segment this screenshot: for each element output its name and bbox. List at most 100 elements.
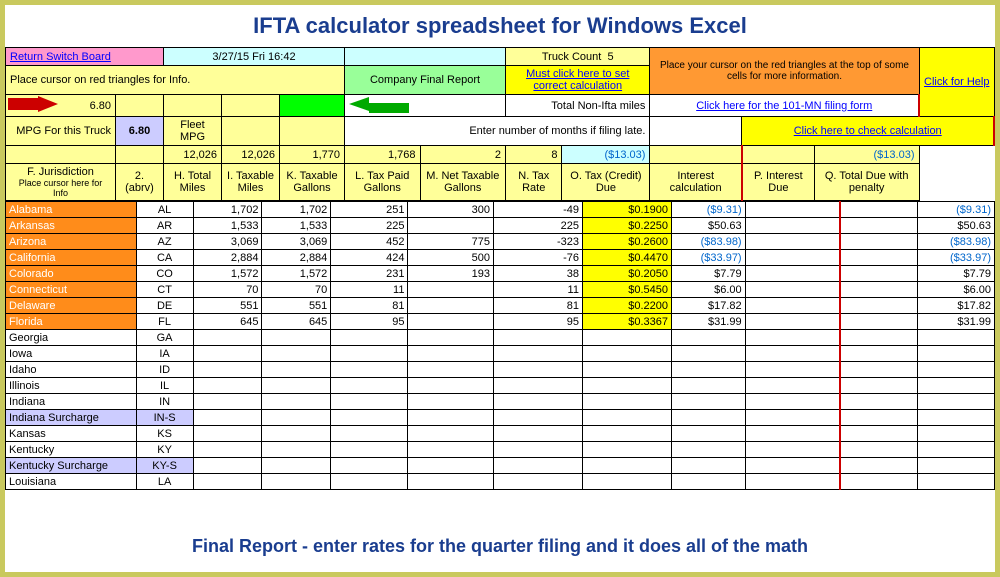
- taxable-miles: [262, 426, 331, 442]
- interest-calc: [745, 266, 840, 282]
- net-taxable-gallons: [493, 442, 582, 458]
- taxable-miles: 70: [262, 282, 331, 298]
- jurisdiction-name: Delaware: [6, 298, 137, 314]
- interest-due: [840, 346, 917, 362]
- tax-rate[interactable]: [582, 394, 671, 410]
- months-input[interactable]: [650, 117, 742, 146]
- tax-credit-due: [672, 410, 746, 426]
- tax-rate[interactable]: [582, 330, 671, 346]
- datetime-cell: 3/27/15 Fri 16:42: [164, 48, 345, 66]
- mpg-label: MPG For this Truck: [6, 117, 116, 146]
- mpg-arrow-cell: 6.80: [6, 95, 116, 117]
- total-miles: 551: [193, 298, 262, 314]
- empty: [742, 146, 814, 164]
- jurisdiction-name: Florida: [6, 314, 137, 330]
- tax-paid-gallons: [408, 410, 493, 426]
- total-due-penalty: $6.00: [917, 282, 994, 298]
- jurisdiction-abbrev: CA: [136, 250, 193, 266]
- tax-rate[interactable]: $0.2200: [582, 298, 671, 314]
- jurisdiction-name: Kansas: [6, 426, 137, 442]
- tax-rate[interactable]: [582, 458, 671, 474]
- click-help-link[interactable]: Click for Help: [919, 48, 994, 117]
- net-taxable-gallons: [493, 458, 582, 474]
- total-miles: [193, 458, 262, 474]
- interest-calc: [745, 282, 840, 298]
- taxable-gallons: [331, 362, 408, 378]
- green-cell[interactable]: [280, 95, 345, 117]
- empty-cell: [345, 48, 506, 66]
- jurisdiction-abbrev: FL: [136, 314, 193, 330]
- total-miles: [193, 346, 262, 362]
- interest-due: [840, 458, 917, 474]
- tax-rate[interactable]: [582, 378, 671, 394]
- taxable-gallons: [331, 410, 408, 426]
- tax-rate[interactable]: $0.2250: [582, 218, 671, 234]
- total-i: 12,026: [222, 146, 280, 164]
- jurisdiction-name: Indiana Surcharge: [6, 410, 137, 426]
- company-final-report[interactable]: Company Final Report: [345, 66, 506, 95]
- tax-paid-gallons: [408, 474, 493, 490]
- tax-credit-due: [672, 346, 746, 362]
- total-q: ($13.03): [814, 146, 919, 164]
- jurisdiction-abbrev: KY: [136, 442, 193, 458]
- total-due-penalty: [917, 458, 994, 474]
- tax-rate[interactable]: [582, 346, 671, 362]
- jurisdiction-abbrev: KS: [136, 426, 193, 442]
- jurisdiction-name: Kentucky Surcharge: [6, 458, 137, 474]
- col-m: M. Net Taxable Gallons: [420, 164, 506, 201]
- taxable-gallons: 81: [331, 298, 408, 314]
- tax-paid-gallons: [408, 458, 493, 474]
- tax-rate[interactable]: $0.3367: [582, 314, 671, 330]
- tax-rate[interactable]: $0.1900: [582, 202, 671, 218]
- tax-rate[interactable]: [582, 426, 671, 442]
- tax-paid-gallons: 500: [408, 250, 493, 266]
- taxable-gallons: 251: [331, 202, 408, 218]
- net-taxable-gallons: -76: [493, 250, 582, 266]
- jurisdiction-abbrev: IA: [136, 346, 193, 362]
- tax-rate[interactable]: [582, 474, 671, 490]
- total-due-penalty: [917, 346, 994, 362]
- tax-rate[interactable]: $0.2050: [582, 266, 671, 282]
- jurisdiction-name: Illinois: [6, 378, 137, 394]
- tax-rate[interactable]: [582, 442, 671, 458]
- jurisdiction-abbrev: AL: [136, 202, 193, 218]
- interest-due: [840, 426, 917, 442]
- taxable-miles: 1,572: [262, 266, 331, 282]
- total-due-penalty: ($33.97): [917, 250, 994, 266]
- total-due-penalty: [917, 426, 994, 442]
- interest-due: [840, 282, 917, 298]
- click-101mn-link[interactable]: Click here for the 101-MN filing form: [650, 95, 919, 117]
- total-due-penalty: $50.63: [917, 218, 994, 234]
- tax-credit-due: [672, 394, 746, 410]
- total-miles: [193, 330, 262, 346]
- enter-months-label: Enter number of months if filing late.: [345, 117, 650, 146]
- net-taxable-gallons: [493, 426, 582, 442]
- return-switch-board-link[interactable]: Return Switch Board: [6, 48, 164, 66]
- interest-calc: [745, 234, 840, 250]
- tax-rate[interactable]: $0.5450: [582, 282, 671, 298]
- interest-due: [840, 442, 917, 458]
- interest-calc: [745, 330, 840, 346]
- interest-calc: [745, 474, 840, 490]
- tax-credit-due: $31.99: [672, 314, 746, 330]
- total-miles: [193, 378, 262, 394]
- col-n: N. Tax Rate: [506, 164, 562, 201]
- interest-calc: [745, 378, 840, 394]
- must-click-link[interactable]: Must click here to set correct calculati…: [506, 66, 650, 95]
- jurisdiction-name: Georgia: [6, 330, 137, 346]
- total-due-penalty: [917, 442, 994, 458]
- jurisdiction-abbrev: KY-S: [136, 458, 193, 474]
- interest-due: [840, 266, 917, 282]
- interest-calc: [745, 346, 840, 362]
- check-calc-link[interactable]: Click here to check calculation: [742, 117, 994, 146]
- interest-due: [840, 474, 917, 490]
- tax-paid-gallons: 775: [408, 234, 493, 250]
- tax-rate[interactable]: $0.2600: [582, 234, 671, 250]
- tax-rate[interactable]: $0.4470: [582, 250, 671, 266]
- jurisdiction-abbrev: GA: [136, 330, 193, 346]
- interest-calc: [745, 202, 840, 218]
- tax-rate[interactable]: [582, 410, 671, 426]
- tax-rate[interactable]: [582, 362, 671, 378]
- total-due-penalty: $7.79: [917, 266, 994, 282]
- taxable-gallons: 95: [331, 314, 408, 330]
